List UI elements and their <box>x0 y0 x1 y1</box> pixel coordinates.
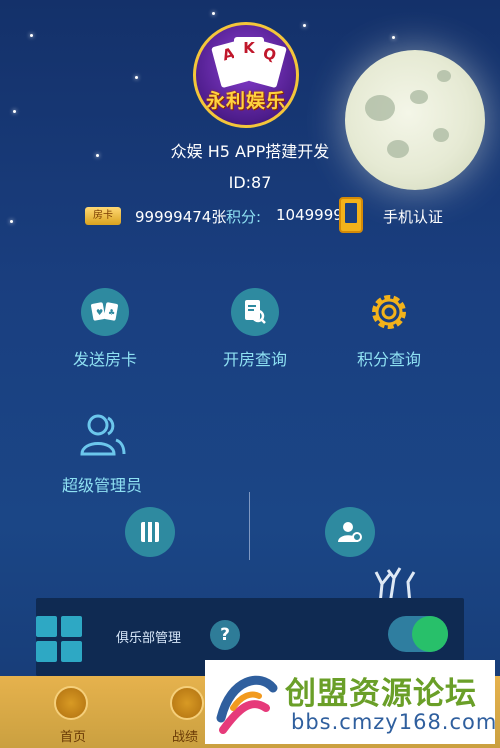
moon-decoration <box>345 50 485 190</box>
phone-verify-link[interactable]: 手机认证 <box>383 206 443 227</box>
star <box>135 76 138 79</box>
ledger-icon <box>141 522 159 542</box>
help-icon[interactable]: ? <box>210 620 240 650</box>
watermark: 创盟资源论坛 bbs.cmzy168.com <box>205 660 498 744</box>
cards-icon: ♥ ♣ <box>91 302 118 321</box>
watermark-title: 创盟资源论坛 <box>285 676 477 712</box>
watermark-url: bbs.cmzy168.com <box>291 710 498 734</box>
app-logo: A K Q 永利娱乐 <box>193 22 299 128</box>
svg-text:♣: ♣ <box>108 308 115 317</box>
star <box>303 24 306 27</box>
divider <box>249 492 250 560</box>
record-icon[interactable] <box>170 686 204 720</box>
star <box>212 12 215 15</box>
document-search-icon <box>245 300 266 324</box>
star <box>30 34 33 37</box>
grid-icon[interactable] <box>36 616 82 662</box>
nav-record-label[interactable]: 战绩 <box>172 726 198 745</box>
gear-icon[interactable] <box>365 288 413 336</box>
star <box>10 220 13 223</box>
points-value: 1049999 <box>276 206 343 224</box>
nav-home-label[interactable]: 首页 <box>60 726 86 745</box>
app-title: 众娱 H5 APP搭建开发 <box>170 142 330 161</box>
star <box>13 110 16 113</box>
phone-icon[interactable] <box>339 197 363 233</box>
home-icon[interactable] <box>54 686 88 720</box>
user-id: ID:87 <box>228 173 272 192</box>
star <box>392 36 395 39</box>
forum-logo-icon <box>216 675 278 734</box>
admin-users-icon[interactable] <box>78 410 128 458</box>
room-query-button[interactable] <box>231 288 279 336</box>
points-query-label[interactable]: 积分查询 <box>340 346 438 370</box>
super-admin-label[interactable]: 超级管理员 <box>46 472 158 496</box>
user-settings-icon <box>338 522 362 542</box>
member-button[interactable] <box>325 507 375 557</box>
room-query-label[interactable]: 开房查询 <box>206 346 304 370</box>
club-management-label[interactable]: 俱乐部管理 <box>116 627 181 646</box>
record-button[interactable] <box>125 507 175 557</box>
toggle-knob <box>412 616 448 652</box>
logo-text: 永利娱乐 <box>205 90 286 112</box>
send-card-button[interactable]: ♥ ♣ <box>81 288 129 336</box>
club-toggle[interactable] <box>388 616 448 652</box>
svg-text:♥: ♥ <box>96 308 103 317</box>
room-card-count: 99999474张 <box>135 208 227 226</box>
points-label: 积分: <box>226 208 262 226</box>
room-card-badge: 房卡 <box>85 207 121 225</box>
send-card-label[interactable]: 发送房卡 <box>56 346 154 370</box>
